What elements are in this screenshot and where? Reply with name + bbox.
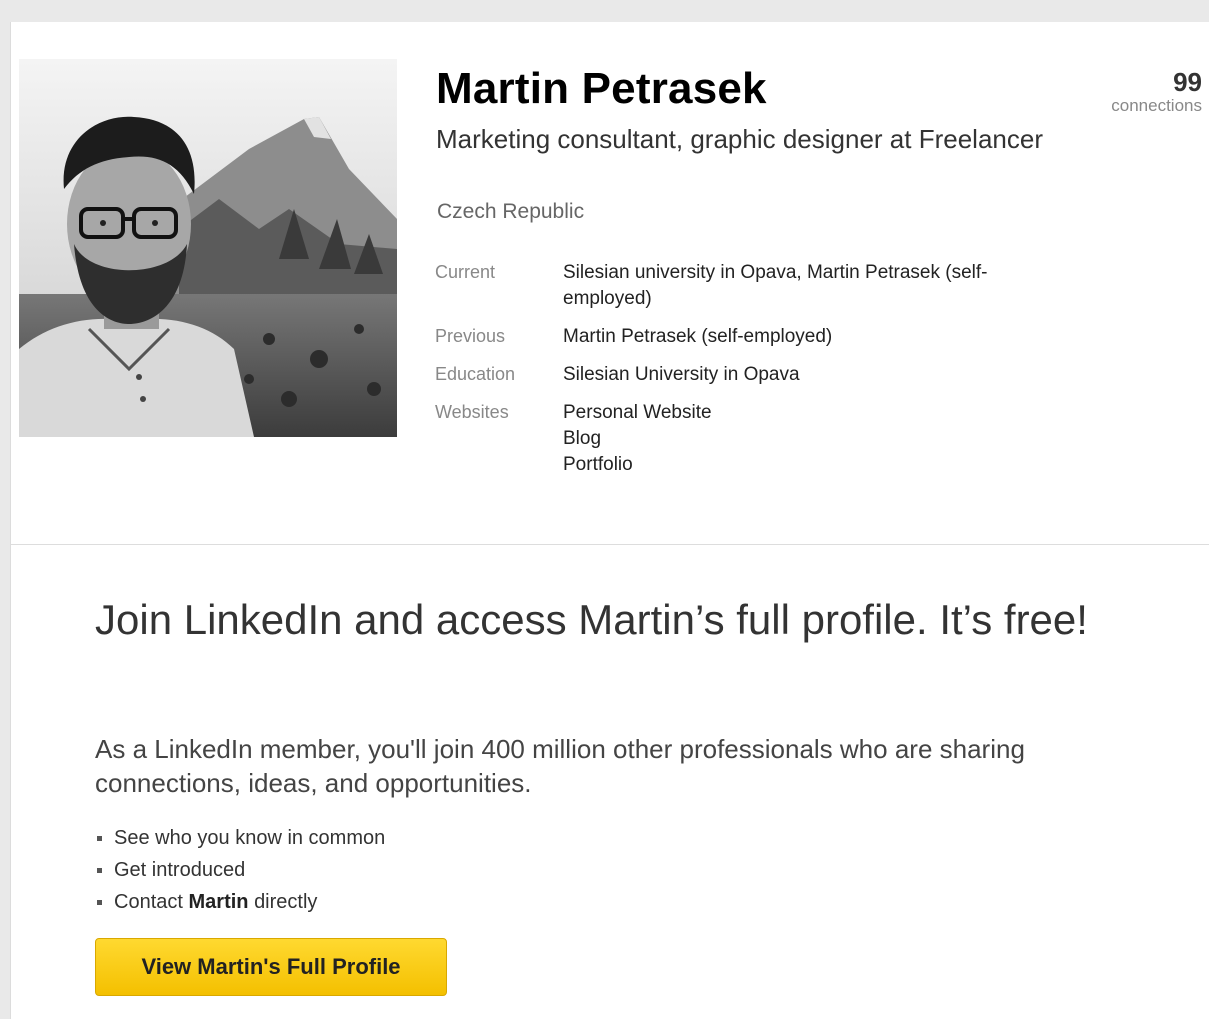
connections-count: 99 connections [1111, 68, 1202, 116]
profile-photo[interactable] [19, 59, 397, 437]
benefit-item: See who you know in common [95, 822, 385, 854]
bullet-icon [97, 899, 102, 905]
benefits-list: See who you know in common Get introduce… [95, 822, 385, 918]
bullet-icon [97, 867, 102, 873]
benefit-contact-name: Martin [188, 891, 249, 913]
connections-label: connections [1111, 96, 1202, 115]
benefit-contact-prefix: Contact [114, 891, 183, 913]
website-link-portfolio[interactable]: Portfolio [563, 452, 712, 478]
website-link-personal[interactable]: Personal Website [563, 400, 712, 426]
detail-value: Silesian University in Opava [563, 364, 800, 385]
detail-row-current: Current Silesian university in Opava, Ma… [435, 260, 1033, 312]
detail-row-previous: Previous Martin Petrasek (self-employed) [435, 324, 1033, 350]
benefit-contact-suffix: directly [254, 891, 318, 913]
profile-headline: Marketing consultant, graphic designer a… [436, 124, 1043, 154]
view-full-profile-button[interactable]: View Martin's Full Profile [95, 938, 447, 996]
detail-label: Education [435, 364, 516, 384]
profile-location: Czech Republic [437, 200, 585, 223]
websites-list: Personal Website Blog Portfolio [563, 400, 712, 478]
website-link-blog[interactable]: Blog [563, 426, 712, 452]
detail-label: Previous [435, 326, 506, 346]
profile-name: Martin Petrasek [436, 64, 767, 113]
detail-row-websites: Websites Personal Website Blog Portfolio [435, 400, 1033, 478]
detail-value: Martin Petrasek (self-employed) [563, 326, 833, 347]
detail-row-education: Education Silesian University in Opava [435, 362, 1033, 388]
profile-details: Current Silesian university in Opava, Ma… [435, 260, 1033, 490]
profile-card: Martin Petrasek Marketing consultant, gr… [10, 22, 1209, 1019]
benefit-text: Get introduced [114, 859, 246, 881]
bullet-icon [97, 835, 102, 841]
profile-photo-image [19, 59, 397, 437]
benefit-item: Get introduced [95, 854, 385, 886]
detail-label: Current [435, 262, 496, 282]
detail-label: Websites [435, 402, 509, 422]
benefit-text: See who you know in common [114, 827, 386, 849]
detail-value: Silesian university in Opava, Martin Pet… [563, 262, 988, 309]
section-divider [11, 544, 1209, 545]
join-subtitle: As a LinkedIn member, you'll join 400 mi… [95, 734, 1025, 798]
join-title: Join LinkedIn and access Martin’s full p… [95, 596, 1088, 643]
connections-number: 99 [1173, 67, 1202, 97]
benefit-item: Contact Martin directly [95, 886, 385, 918]
